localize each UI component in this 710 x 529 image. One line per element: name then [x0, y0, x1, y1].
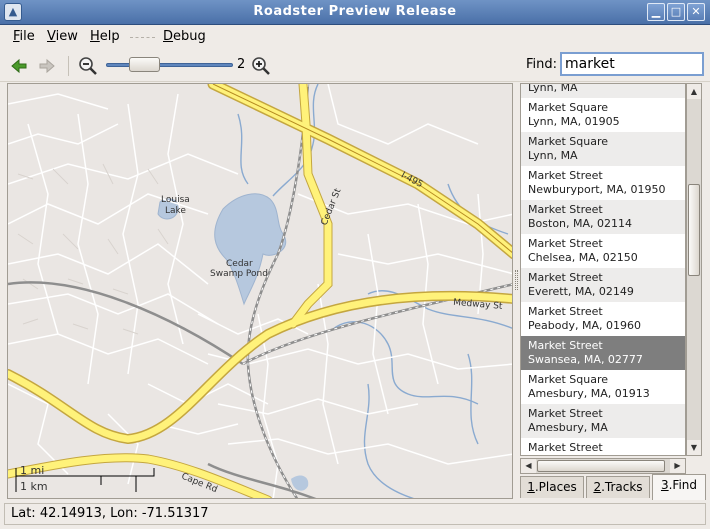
menu-file[interactable]: File — [13, 29, 35, 44]
tab-tracks[interactable]: 2.Tracks — [586, 476, 650, 498]
zoom-slider-track[interactable] — [106, 63, 233, 67]
menu-separator — [130, 37, 155, 38]
maximize-button[interactable]: □ — [667, 3, 685, 21]
result-item[interactable]: Market Street Boston, MA, 02114 — [521, 200, 685, 234]
result-item-place: Newburyport, MA, 01950 — [528, 183, 666, 196]
result-item[interactable]: Market StreetLynn, MA — [521, 83, 685, 98]
tab-tracks-label: .Tracks — [601, 480, 643, 494]
map-view[interactable]: Louisa Lake Cedar Swamp Pond Cedar St I-… — [7, 83, 513, 499]
result-item[interactable]: Market Street Peabody, MA, 01960 — [521, 302, 685, 336]
result-item-name: Market Street — [528, 305, 603, 318]
menu-help[interactable]: Help — [90, 29, 120, 44]
tab-tracks-mnemonic: 2 — [593, 480, 602, 494]
scale-miles-label: 1 mi — [20, 464, 44, 477]
menu-debug-mnemonic: D — [163, 29, 174, 44]
result-items: Market StreetLynn, MAMarket SquareLynn, … — [521, 83, 685, 455]
zoom-out-icon[interactable] — [78, 56, 98, 76]
find-input[interactable] — [560, 52, 704, 76]
menu-help-label: elp — [99, 29, 120, 44]
result-item[interactable]: Market Square Lynn, MA — [521, 132, 685, 166]
result-item[interactable]: Market Square Lynn, MA, 01905 — [521, 98, 685, 132]
result-item-place: Swansea, MA, 02777 — [528, 353, 643, 366]
result-item-name: Market Street — [528, 441, 603, 454]
scroll-down-icon[interactable]: ▼ — [687, 440, 701, 455]
i495-label: I-495 — [399, 170, 424, 190]
toolbar-separator — [68, 56, 69, 76]
cedar-swamp-label-2: Swamp Pond — [210, 269, 268, 279]
horizontal-scroll-thumb[interactable] — [537, 460, 665, 472]
result-item[interactable]: Market Street — [521, 438, 685, 455]
tab-places-mnemonic: 1 — [527, 480, 535, 494]
pond-south — [291, 475, 309, 491]
tab-places-label: .Places — [534, 480, 577, 494]
result-item-name: Market Street — [528, 271, 603, 284]
result-item-place: Everett, MA, 02149 — [528, 285, 634, 298]
result-item-name: Market Square — [528, 135, 609, 148]
result-item[interactable]: Market Street Chelsea, MA, 02150 — [521, 234, 685, 268]
louisa-lake-label-1: Louisa — [161, 195, 190, 205]
result-item-place: Lynn, MA — [528, 149, 578, 162]
scroll-right-icon[interactable]: ▶ — [670, 459, 685, 473]
tab-find-label: .Find — [668, 478, 698, 492]
menu-view-mnemonic: V — [47, 29, 56, 44]
cedar-swamp-label-1: Cedar — [226, 259, 253, 269]
scroll-left-icon[interactable]: ◀ — [521, 459, 536, 473]
louisa-lake-label-2: Lake — [165, 206, 186, 216]
scale-km-label: 1 km — [20, 480, 48, 493]
result-item-place: Amesbury, MA — [528, 421, 608, 434]
menu-view[interactable]: View — [47, 29, 78, 44]
arrow-left-icon[interactable] — [9, 56, 29, 76]
result-item-name: Market Street — [528, 169, 603, 182]
cedar-swamp-pond — [214, 193, 286, 306]
result-item-place: Chelsea, MA, 02150 — [528, 251, 638, 264]
scroll-up-icon[interactable]: ▲ — [687, 84, 701, 99]
find-results-list[interactable]: Market StreetLynn, MAMarket SquareLynn, … — [520, 83, 686, 456]
result-item-name: Market Street — [528, 339, 603, 352]
result-item-name: Market Street — [528, 407, 603, 420]
zoom-in-icon[interactable] — [251, 56, 271, 76]
result-item[interactable]: Market Street Amesbury, MA — [521, 404, 685, 438]
menu-debug-label: ebug — [173, 29, 206, 44]
zoom-slider-thumb[interactable] — [129, 57, 160, 72]
menu-file-label: ile — [19, 29, 35, 44]
result-item-place: Lynn, MA, 01905 — [528, 115, 620, 128]
close-button[interactable]: ✕ — [687, 3, 705, 21]
result-item[interactable]: Market Street Swansea, MA, 02777 — [521, 336, 685, 370]
arrow-right-icon[interactable] — [37, 56, 57, 76]
result-item-place: Boston, MA, 02114 — [528, 217, 633, 230]
result-item-place: Lynn, MA — [528, 83, 578, 94]
result-item-name: Market Square — [528, 373, 609, 386]
results-vertical-scrollbar[interactable]: ▲ ▼ — [686, 83, 702, 456]
zoom-level-value: 2 — [237, 57, 246, 72]
title-bar[interactable]: ▲ Roadster Preview Release ▁ □ ✕ — [0, 0, 710, 25]
result-item-name: Market Street — [528, 203, 603, 216]
minimize-button[interactable]: ▁ — [647, 3, 665, 21]
menu-debug[interactable]: Debug — [163, 29, 206, 44]
pane-resize-grip[interactable] — [515, 270, 518, 290]
result-item-name: Market Street — [528, 237, 603, 250]
results-horizontal-scrollbar[interactable]: ◀ ▶ — [520, 458, 686, 474]
tab-find[interactable]: 3.Find — [652, 474, 706, 500]
tab-find-mnemonic: 3 — [660, 478, 669, 492]
result-item[interactable]: Market Square Amesbury, MA, 01913 — [521, 370, 685, 404]
status-bar: Lat: 42.14913, Lon: -71.51317 — [4, 503, 706, 525]
tab-places[interactable]: 1.Places — [520, 476, 584, 498]
result-item[interactable]: Market Street Everett, MA, 02149 — [521, 268, 685, 302]
menu-help-mnemonic: H — [90, 29, 100, 44]
coordinates-readout: Lat: 42.14913, Lon: -71.51317 — [11, 506, 209, 521]
menu-view-label: iew — [55, 29, 78, 44]
menu-bar: File View Help Debug — [0, 25, 710, 49]
vertical-scroll-thumb[interactable] — [688, 184, 700, 276]
find-label: Find: — [526, 57, 558, 72]
result-item-place: Peabody, MA, 01960 — [528, 319, 641, 332]
window-title: Roadster Preview Release — [253, 4, 457, 19]
result-item-name: Market Square — [528, 101, 609, 114]
result-item[interactable]: Market Street Newburyport, MA, 01950 — [521, 166, 685, 200]
result-item-place: Amesbury, MA, 01913 — [528, 387, 650, 400]
